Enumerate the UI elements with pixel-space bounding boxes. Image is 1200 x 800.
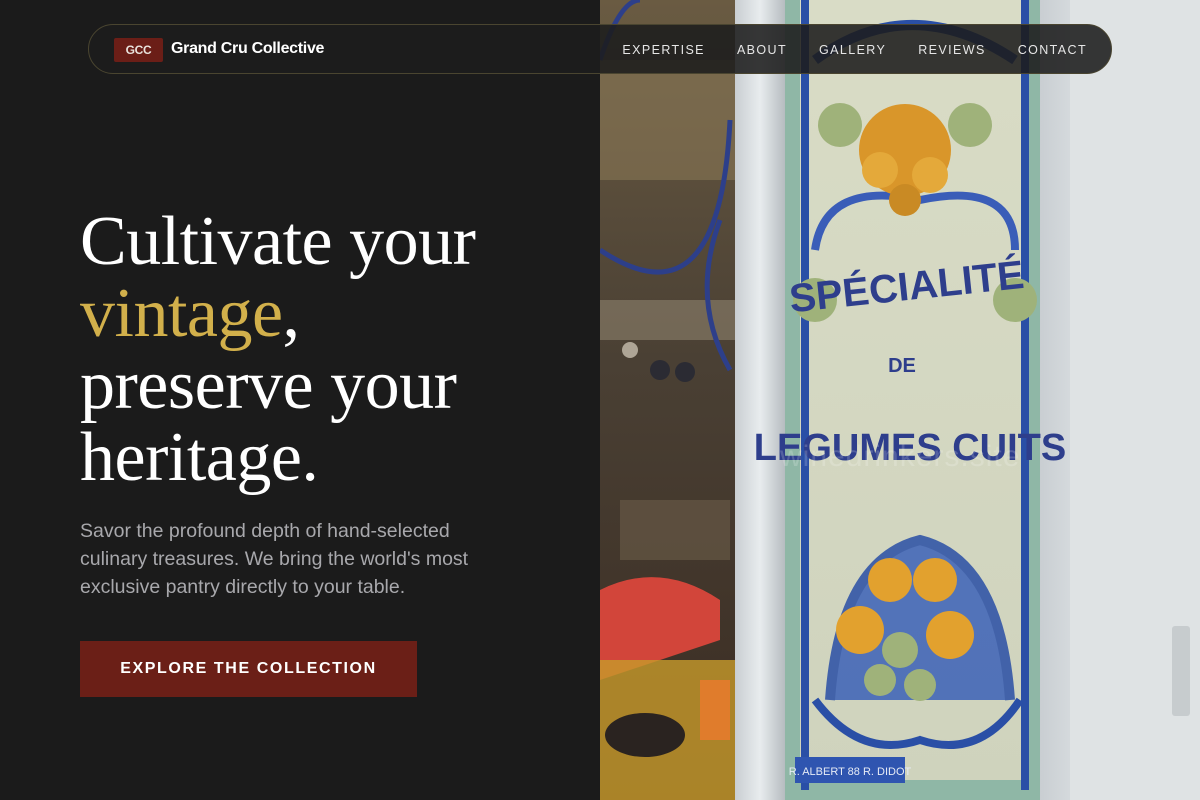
watermark-text: winedrinkers.site xyxy=(780,440,1021,473)
explore-collection-button[interactable]: EXPLORE THE COLLECTION xyxy=(80,641,417,697)
hero-subtitle: Savor the profound depth of hand-selecte… xyxy=(80,520,469,598)
nav-menu: EXPERTISE ABOUT GALLERY REVIEWS CONTACT xyxy=(622,42,1087,58)
brand-name[interactable]: Grand Cru Collective xyxy=(171,39,324,59)
headline-accent-word: vintage xyxy=(80,275,283,352)
nav-link-expertise[interactable]: EXPERTISE xyxy=(622,42,705,58)
headline-line-3: preserve your xyxy=(80,347,457,424)
top-navigation: GCC Grand Cru Collective EXPERTISE ABOUT… xyxy=(88,24,1112,74)
plaque-text: R. ALBERT 88 R. DIDOT xyxy=(789,766,912,778)
nav-link-about[interactable]: ABOUT xyxy=(737,42,787,58)
headline-line-4: heritage. xyxy=(80,419,319,496)
sign-text-de: DE xyxy=(888,355,916,377)
hero-headline: Cultivate your vintage, preserve your he… xyxy=(80,206,580,494)
nav-link-contact[interactable]: CONTACT xyxy=(1018,42,1087,58)
headline-line-1: Cultivate your xyxy=(80,203,476,280)
headline-accent-punct: , xyxy=(282,275,301,352)
nav-link-reviews[interactable]: REVIEWS xyxy=(918,42,985,58)
hero-photo: SPÉCIALITÉ DE LEGUMES CUITS R. ALBERT 88… xyxy=(600,0,1200,800)
logo-badge[interactable]: GCC xyxy=(114,38,163,62)
nav-link-gallery[interactable]: GALLERY xyxy=(819,42,886,58)
storefront-image: SPÉCIALITÉ DE LEGUMES CUITS R. ALBERT 88… xyxy=(600,0,1200,800)
